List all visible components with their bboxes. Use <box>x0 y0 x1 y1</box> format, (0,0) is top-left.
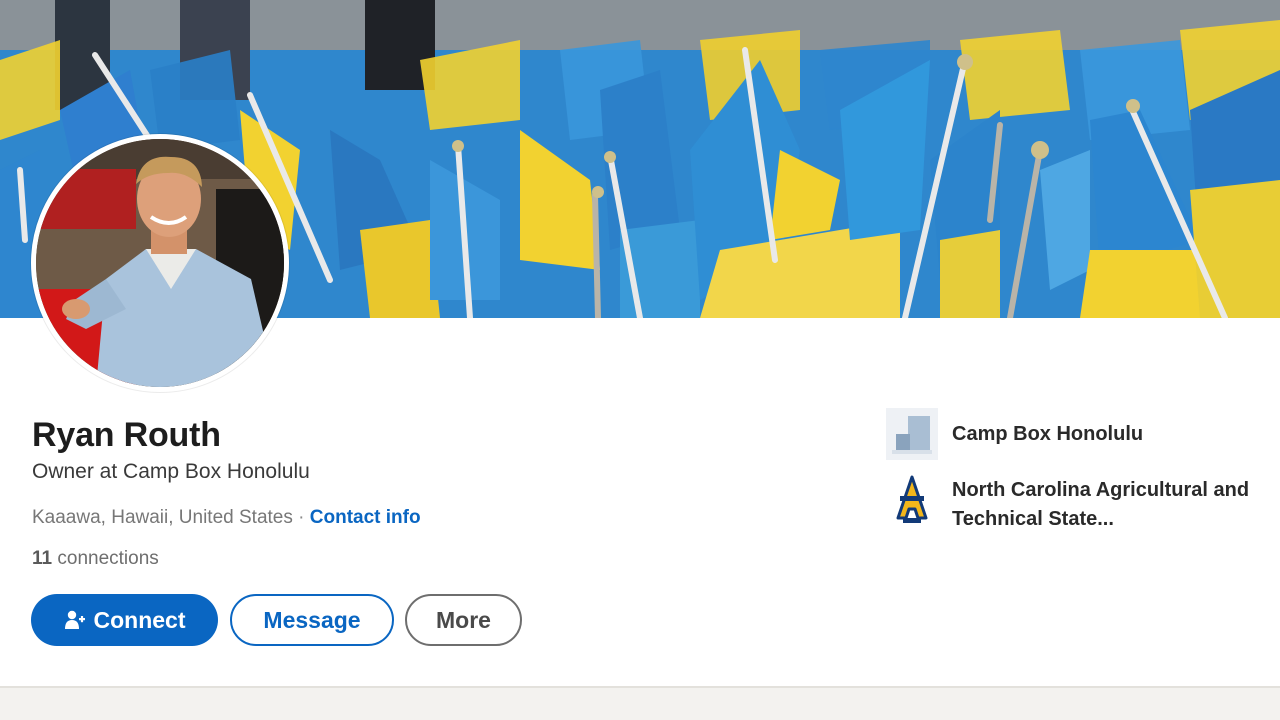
contact-info-link[interactable]: Contact info <box>310 507 421 528</box>
company-name: Camp Box Honolulu <box>952 423 1144 445</box>
page-background-strip <box>0 686 1280 720</box>
connections-label: connections <box>57 548 159 569</box>
profile-name: Ryan Routh <box>32 416 221 454</box>
add-person-icon <box>64 609 86 631</box>
connections-count: 11 <box>32 548 53 569</box>
connect-button[interactable]: Connect <box>31 594 218 646</box>
profile-photo[interactable] <box>31 134 289 392</box>
profile-headline: Owner at Camp Box Honolulu <box>32 460 310 483</box>
connect-button-label: Connect <box>93 606 186 633</box>
company-placeholder-icon <box>886 408 938 460</box>
connections-count-line[interactable]: 11 connections <box>32 548 159 570</box>
profile-location-line: Kaaawa, Hawaii, United States · Contact … <box>32 507 421 529</box>
current-company-item[interactable]: Camp Box Honolulu <box>886 408 1143 460</box>
more-button[interactable]: More <box>405 594 522 646</box>
school-name: North Carolina Agricultural and Technica… <box>952 479 1250 530</box>
profile-location: Kaaawa, Hawaii, United States <box>32 507 293 528</box>
education-item[interactable]: North Carolina Agricultural and Technica… <box>886 474 1262 534</box>
aggies-logo-icon <box>886 474 938 526</box>
separator-dot: · <box>298 507 305 528</box>
message-button[interactable]: Message <box>230 594 394 646</box>
